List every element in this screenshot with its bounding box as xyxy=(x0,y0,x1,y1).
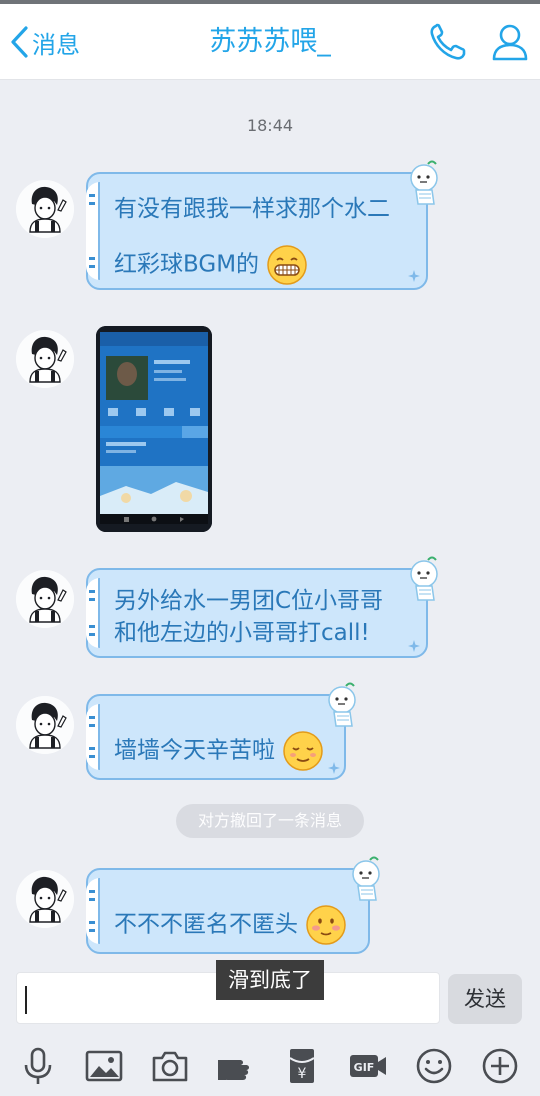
profile-button[interactable] xyxy=(488,20,532,64)
back-label: 消息 xyxy=(32,30,80,59)
avatar-boy-icon xyxy=(16,330,74,388)
poke-button[interactable] xyxy=(216,1046,256,1086)
bubble-mascot-icon xyxy=(352,856,380,901)
bottom-toolbar: ¥ GIF xyxy=(0,1040,540,1096)
sparkle-icon xyxy=(328,762,340,774)
voice-button[interactable] xyxy=(18,1046,58,1086)
chat-title: 苏苏苏喂_ xyxy=(209,26,331,57)
red-packet-button[interactable]: ¥ xyxy=(282,1046,322,1086)
bubble-mascot-icon xyxy=(328,682,356,727)
contact-avatar[interactable] xyxy=(16,330,74,388)
microphone-icon xyxy=(24,1047,52,1084)
message-timestamp: 18:44 xyxy=(246,116,294,135)
image-message[interactable] xyxy=(96,326,212,532)
blushing-face-emoji-icon xyxy=(305,904,347,946)
contact-avatar[interactable] xyxy=(16,870,74,928)
hand-icon xyxy=(218,1060,249,1080)
recall-notice: 对方撤回了一条消息 xyxy=(176,804,364,838)
image-icon xyxy=(85,1050,123,1082)
message-text-line: 不不不匿名不匿头 xyxy=(114,904,347,946)
avatar-boy-icon xyxy=(16,870,74,928)
message-bubble[interactable]: 墙墙今天辛苦啦 xyxy=(86,682,356,780)
sparkle-icon xyxy=(408,270,420,282)
relieved-face-emoji-icon xyxy=(282,730,324,772)
message-text-line: 墙墙今天辛苦啦 xyxy=(114,730,324,772)
message-bubble[interactable]: 不不不匿名不匿头 xyxy=(86,856,380,954)
phone-icon xyxy=(430,23,466,60)
chat-header: 消息 苏苏苏喂_ xyxy=(0,4,540,80)
message-bubble[interactable]: 另外给水一男团C位小哥哥 和他左边的小哥哥打call! xyxy=(86,556,438,658)
avatar-boy-icon xyxy=(16,570,74,628)
contact-avatar[interactable] xyxy=(16,696,74,754)
svg-text:GIF: GIF xyxy=(354,1061,375,1074)
gif-icon: GIF xyxy=(350,1055,386,1077)
emoji-button[interactable] xyxy=(414,1046,454,1086)
bubble-mascot-icon xyxy=(410,556,438,601)
grinning-face-emoji-icon xyxy=(266,244,308,286)
profile-icon xyxy=(492,24,528,61)
bubble-edge-decoration xyxy=(86,578,100,648)
avatar-boy-icon xyxy=(16,696,74,754)
svg-text:¥: ¥ xyxy=(298,1066,307,1082)
camera-button[interactable] xyxy=(150,1046,190,1086)
message-text-line: 有没有跟我一样求那个水二 xyxy=(114,196,390,222)
toast-notice: 滑到底了 xyxy=(216,960,324,1000)
send-button[interactable]: 发送 xyxy=(448,974,522,1024)
photo-button[interactable] xyxy=(84,1046,124,1086)
camera-icon xyxy=(152,1051,188,1082)
contact-avatar[interactable] xyxy=(16,570,74,628)
bubble-mascot-icon xyxy=(410,160,438,205)
message-text: 墙墙今天辛苦啦 xyxy=(114,737,275,764)
plus-icon xyxy=(482,1048,518,1084)
emoji-icon xyxy=(416,1048,452,1084)
bubble-edge-decoration xyxy=(86,704,100,770)
avatar-boy-icon xyxy=(16,180,74,238)
gif-button[interactable]: GIF xyxy=(348,1046,388,1086)
chevron-left-icon xyxy=(11,26,28,58)
message-text-line: 另外给水一男团C位小哥哥 xyxy=(114,588,384,614)
phone-call-button[interactable] xyxy=(426,20,470,64)
music-app-screenshot-image xyxy=(96,326,212,532)
text-caret xyxy=(25,986,27,1014)
message-text: 红彩球BGM的 xyxy=(114,251,260,278)
bubble-edge-decoration xyxy=(86,878,100,944)
message-text-line: 和他左边的小哥哥打call! xyxy=(114,620,370,646)
message-text-line-2: 红彩球BGM的 xyxy=(114,244,308,286)
bubble-edge-decoration xyxy=(86,182,100,280)
message-text: 不不不匿名不匿头 xyxy=(114,911,298,938)
sparkle-icon xyxy=(408,640,420,652)
message-bubble[interactable]: 有没有跟我一样求那个水二 红彩球BGM的 xyxy=(86,160,438,290)
red-packet-icon: ¥ xyxy=(289,1049,315,1083)
more-button[interactable] xyxy=(480,1046,520,1086)
back-button[interactable]: 消息 xyxy=(8,22,80,62)
contact-avatar[interactable] xyxy=(16,180,74,238)
